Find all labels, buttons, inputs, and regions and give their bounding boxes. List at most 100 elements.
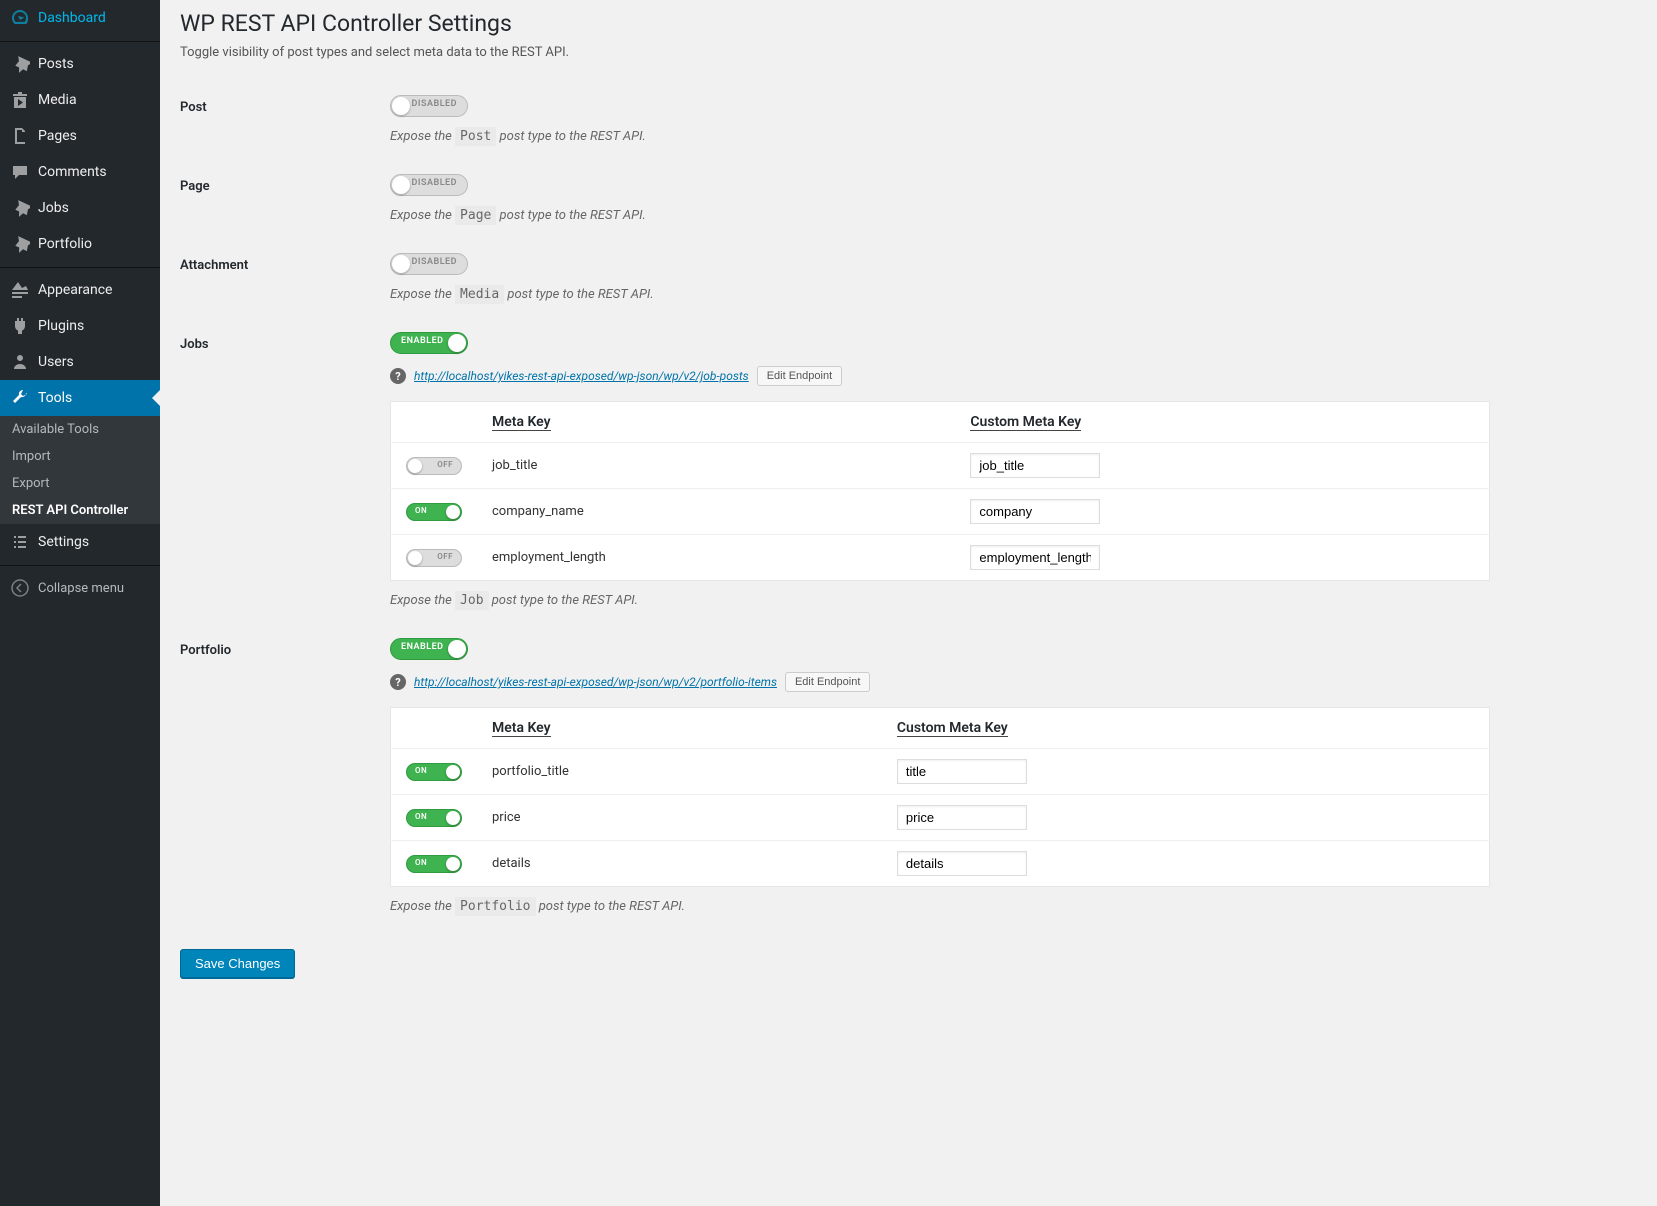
pin-icon xyxy=(10,198,30,218)
comment-icon xyxy=(10,162,30,182)
sidebar-item-label: Plugins xyxy=(38,318,84,334)
meta-row: ON portfolio_title xyxy=(391,749,1490,795)
post-type-row: Attachment DISABLED Expose the Media post … xyxy=(180,238,1637,317)
post-type-toggle[interactable]: DISABLED xyxy=(390,95,468,117)
post-type-controls: DISABLED Expose the Media post type to th… xyxy=(380,238,1637,317)
sidebar-item-dashboard[interactable]: Dashboard xyxy=(0,0,160,36)
edit-endpoint-button[interactable]: Edit Endpoint xyxy=(757,366,842,386)
settings-icon xyxy=(10,532,30,552)
post-type-toggle[interactable]: ENABLED xyxy=(390,638,468,660)
endpoint-row: ? http://localhost/yikes-rest-api-exposed… xyxy=(390,366,1627,386)
post-type-controls: ENABLED? http://localhost/yikes-rest-api-… xyxy=(380,317,1637,623)
sidebar-item-jobs[interactable]: Jobs xyxy=(0,190,160,226)
sidebar-item-label: Comments xyxy=(38,164,107,180)
sidebar-item-label: Appearance xyxy=(38,282,112,298)
meta-table: Meta KeyCustom Meta Key ON portfolio_title… xyxy=(390,707,1490,887)
custom-meta-key-input[interactable] xyxy=(970,545,1100,570)
custom-meta-key-header: Custom Meta Key xyxy=(955,402,1489,443)
post-type-row: Portfolio ENABLED? http://localhost/yikes-… xyxy=(180,623,1637,929)
meta-key-value: portfolio_title xyxy=(477,749,882,795)
sidebar-item-posts[interactable]: Posts xyxy=(0,46,160,82)
sidebar-item-label: Portfolio xyxy=(38,236,92,252)
post-type-label: Attachment xyxy=(180,238,380,317)
collapse-label: Collapse menu xyxy=(38,581,124,596)
meta-toggle[interactable]: OFF xyxy=(406,457,462,475)
post-type-label: Page xyxy=(180,159,380,238)
meta-toggle[interactable]: OFF xyxy=(406,549,462,567)
submenu-item-rest-api-controller[interactable]: REST API Controller xyxy=(0,497,160,524)
meta-toggle[interactable]: ON xyxy=(406,763,462,781)
custom-meta-key-input[interactable] xyxy=(897,851,1027,876)
collapse-icon xyxy=(10,578,30,598)
meta-row: ON company_name xyxy=(391,489,1490,535)
sidebar-item-tools[interactable]: Tools xyxy=(0,380,160,416)
post-type-toggle[interactable]: ENABLED xyxy=(390,332,468,354)
meta-key-value: details xyxy=(477,841,882,887)
dashboard-icon xyxy=(10,8,30,28)
expose-description: Expose the Media post type to the REST A… xyxy=(390,287,1627,302)
plugin-icon xyxy=(10,316,30,336)
submenu-item-available-tools[interactable]: Available Tools xyxy=(0,416,160,443)
page-title: WP REST API Controller Settings xyxy=(180,10,1637,37)
endpoint-link[interactable]: http://localhost/yikes-rest-api-exposed/… xyxy=(414,369,749,383)
collapse-menu-button[interactable]: Collapse menu xyxy=(0,570,160,606)
users-icon xyxy=(10,352,30,372)
post-type-row: Page DISABLED Expose the Page post type to… xyxy=(180,159,1637,238)
pin-icon xyxy=(10,234,30,254)
expose-description: Expose the Page post type to the REST AP… xyxy=(390,208,1627,223)
sidebar-item-label: Settings xyxy=(38,534,89,550)
meta-key-header: Meta Key xyxy=(477,402,955,443)
sidebar-item-label: Media xyxy=(38,92,77,108)
sidebar-submenu-tools: Available Tools Import Export REST API C… xyxy=(0,416,160,524)
post-type-row: Jobs ENABLED? http://localhost/yikes-rest-… xyxy=(180,317,1637,623)
post-type-label: Portfolio xyxy=(180,623,380,929)
sidebar-item-label: Jobs xyxy=(38,200,69,216)
sidebar-item-plugins[interactable]: Plugins xyxy=(0,308,160,344)
post-type-toggle[interactable]: DISABLED xyxy=(390,253,468,275)
meta-key-value: company_name xyxy=(477,489,955,535)
sidebar-item-label: Posts xyxy=(38,56,74,72)
submenu-item-import[interactable]: Import xyxy=(0,443,160,470)
sidebar-item-settings[interactable]: Settings xyxy=(0,524,160,560)
post-type-controls: DISABLED Expose the Page post type to the… xyxy=(380,159,1637,238)
submenu-item-export[interactable]: Export xyxy=(0,470,160,497)
expose-description: Expose the Portfolio post type to the RE… xyxy=(390,899,1627,914)
expose-description: Expose the Job post type to the REST API… xyxy=(390,593,1627,608)
post-type-controls: DISABLEDExpose the Post post type to the… xyxy=(380,80,1637,159)
post-type-row: PostDISABLEDExpose the Post post type to… xyxy=(180,80,1637,159)
admin-sidebar: Dashboard Posts Media Pages Comments Job… xyxy=(0,0,160,1206)
custom-meta-key-header: Custom Meta Key xyxy=(882,708,1490,749)
post-type-label: Jobs xyxy=(180,317,380,623)
sidebar-item-appearance[interactable]: Appearance xyxy=(0,272,160,308)
custom-meta-key-input[interactable] xyxy=(970,499,1100,524)
custom-meta-key-input[interactable] xyxy=(897,759,1027,784)
sidebar-item-label: Dashboard xyxy=(38,10,106,26)
main-content: WP REST API Controller Settings Toggle v… xyxy=(160,0,1657,1018)
meta-toggle[interactable]: ON xyxy=(406,503,462,521)
sidebar-item-pages[interactable]: Pages xyxy=(0,118,160,154)
meta-key-value: price xyxy=(477,795,882,841)
page-icon xyxy=(10,126,30,146)
save-changes-button[interactable]: Save Changes xyxy=(180,949,295,978)
sidebar-item-portfolio[interactable]: Portfolio xyxy=(0,226,160,262)
sidebar-item-comments[interactable]: Comments xyxy=(0,154,160,190)
post-type-toggle[interactable]: DISABLED xyxy=(390,174,468,196)
help-icon[interactable]: ? xyxy=(390,368,406,384)
appearance-icon xyxy=(10,280,30,300)
edit-endpoint-button[interactable]: Edit Endpoint xyxy=(785,672,870,692)
sidebar-item-users[interactable]: Users xyxy=(0,344,160,380)
meta-row: ON details xyxy=(391,841,1490,887)
custom-meta-key-input[interactable] xyxy=(897,805,1027,830)
pin-icon xyxy=(10,54,30,74)
meta-key-header: Meta Key xyxy=(477,708,882,749)
meta-key-value: employment_length xyxy=(477,535,955,581)
meta-toggle[interactable]: ON xyxy=(406,855,462,873)
sidebar-item-media[interactable]: Media xyxy=(0,82,160,118)
help-icon[interactable]: ? xyxy=(390,674,406,690)
custom-meta-key-input[interactable] xyxy=(970,453,1100,478)
sidebar-item-label: Users xyxy=(38,354,74,370)
post-type-controls: ENABLED? http://localhost/yikes-rest-api-… xyxy=(380,623,1637,929)
meta-toggle[interactable]: ON xyxy=(406,809,462,827)
page-subtitle: Toggle visibility of post types and sele… xyxy=(180,45,1637,60)
endpoint-link[interactable]: http://localhost/yikes-rest-api-exposed/… xyxy=(414,675,777,689)
